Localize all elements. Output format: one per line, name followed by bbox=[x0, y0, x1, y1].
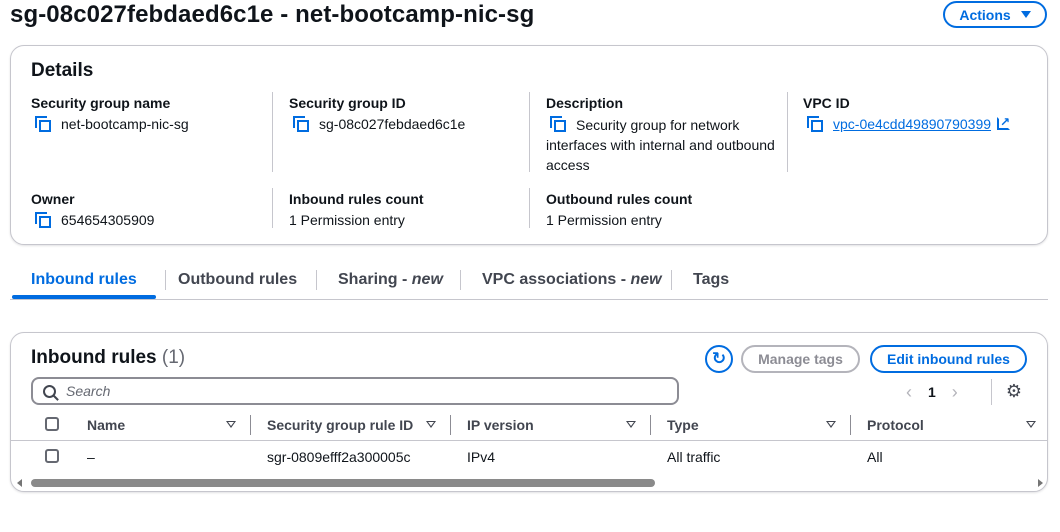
security-group-id-value: sg-08c027febdaed6c1e bbox=[319, 116, 466, 132]
field-outbound-rules-count: Outbound rules count 1 Permission entry bbox=[546, 190, 786, 230]
cell-type: All traffic bbox=[667, 449, 721, 465]
column-divider bbox=[272, 92, 273, 172]
field-owner: Owner 654654305909 bbox=[31, 190, 271, 230]
column-resizer[interactable] bbox=[250, 415, 251, 435]
horizontal-scrollbar[interactable] bbox=[17, 479, 1043, 487]
copy-icon[interactable] bbox=[807, 116, 823, 132]
tab-sharing[interactable]: Sharing - new bbox=[338, 270, 443, 290]
column-header-rule-id[interactable]: Security group rule ID bbox=[267, 416, 413, 434]
column-divider bbox=[529, 92, 530, 172]
rules-title-text: Inbound rules bbox=[31, 347, 157, 368]
column-header-name[interactable]: Name bbox=[87, 416, 125, 434]
refresh-button[interactable]: ↻ bbox=[705, 345, 733, 373]
scroll-right-icon[interactable] bbox=[1038, 479, 1043, 487]
search-field[interactable] bbox=[31, 377, 679, 405]
field-label: Owner bbox=[31, 191, 75, 207]
field-label: Outbound rules count bbox=[546, 191, 693, 207]
actions-label: Actions bbox=[959, 6, 1011, 23]
field-label: Description bbox=[546, 95, 624, 111]
table-header: Name Security group rule ID IP version T… bbox=[11, 409, 1047, 441]
tab-sharing-label: Sharing - bbox=[338, 271, 412, 288]
refresh-icon: ↻ bbox=[711, 349, 727, 368]
active-tab-indicator bbox=[12, 295, 156, 299]
tab-inbound-rules[interactable]: Inbound rules bbox=[31, 270, 137, 290]
field-label: Inbound rules count bbox=[289, 191, 424, 207]
tab-separator bbox=[671, 270, 672, 290]
tab-separator bbox=[460, 270, 461, 290]
scrollbar-thumb[interactable] bbox=[31, 479, 655, 487]
sort-icon[interactable] bbox=[1026, 421, 1036, 428]
cell-name: – bbox=[87, 449, 95, 465]
outbound-rules-count-value: 1 Permission entry bbox=[546, 212, 662, 228]
field-vpc-id: VPC ID vpc-0e4cdd49890790399 bbox=[803, 94, 1033, 134]
pager-separator bbox=[991, 379, 992, 405]
prev-page-icon[interactable]: ‹ bbox=[906, 382, 912, 403]
tab-sharing-new: new bbox=[411, 271, 443, 288]
details-panel: Details Security group name net-bootcamp… bbox=[10, 45, 1048, 245]
rules-title: Inbound rules (1) bbox=[31, 347, 185, 369]
tab-outbound-rules[interactable]: Outbound rules bbox=[178, 270, 297, 290]
inbound-rules-count-value: 1 Permission entry bbox=[289, 212, 405, 228]
inbound-rules-panel: Inbound rules (1) ↻ Manage tags Edit inb… bbox=[10, 332, 1048, 492]
tab-vpc-associations[interactable]: VPC associations - new bbox=[482, 270, 662, 290]
cell-protocol: All bbox=[867, 449, 883, 465]
manage-tags-button[interactable]: Manage tags bbox=[741, 345, 860, 373]
sort-icon[interactable] bbox=[826, 421, 836, 428]
row-checkbox[interactable] bbox=[45, 449, 59, 463]
sort-icon[interactable] bbox=[626, 421, 636, 428]
edit-inbound-rules-button[interactable]: Edit inbound rules bbox=[870, 345, 1027, 373]
copy-icon[interactable] bbox=[35, 212, 51, 228]
tab-tags[interactable]: Tags bbox=[693, 270, 729, 290]
copy-icon[interactable] bbox=[35, 116, 51, 132]
description-value: Security group for network interfaces wi… bbox=[546, 117, 775, 173]
details-title: Details bbox=[31, 60, 94, 81]
column-divider bbox=[272, 188, 273, 228]
scroll-left-icon[interactable] bbox=[17, 479, 22, 487]
gear-icon[interactable]: ⚙ bbox=[1005, 382, 1023, 400]
caret-down-icon bbox=[1020, 11, 1031, 18]
field-description: Description Security group for network i… bbox=[546, 94, 776, 175]
sort-icon[interactable] bbox=[426, 421, 436, 428]
actions-button[interactable]: Actions bbox=[943, 1, 1047, 28]
field-label: VPC ID bbox=[803, 95, 850, 111]
column-divider bbox=[529, 188, 530, 228]
column-resizer[interactable] bbox=[450, 415, 451, 435]
tab-bar: Inbound rules Outbound rules Sharing - n… bbox=[10, 262, 1048, 300]
sort-icon[interactable] bbox=[226, 421, 236, 428]
page-title: sg-08c027febdaed6c1e - net-bootcamp-nic-… bbox=[10, 1, 535, 28]
select-all-checkbox[interactable] bbox=[45, 417, 59, 431]
vpc-id-link[interactable]: vpc-0e4cdd49890790399 bbox=[833, 114, 991, 134]
rules-count: (1) bbox=[161, 347, 186, 368]
column-resizer[interactable] bbox=[650, 415, 651, 435]
column-divider bbox=[787, 92, 788, 172]
column-header-protocol[interactable]: Protocol bbox=[867, 416, 924, 434]
column-resizer[interactable] bbox=[850, 415, 851, 435]
search-icon bbox=[43, 384, 56, 398]
tab-vpc-associations-new: new bbox=[630, 271, 662, 288]
column-header-ip-version[interactable]: IP version bbox=[467, 416, 534, 434]
column-header-type[interactable]: Type bbox=[667, 416, 699, 434]
table-row[interactable]: – sgr-0809efff2a300005c IPv4 All traffic… bbox=[11, 441, 1047, 473]
copy-icon[interactable] bbox=[550, 116, 566, 132]
field-label: Security group name bbox=[31, 95, 171, 111]
field-security-group-name: Security group name net-bootcamp-nic-sg bbox=[31, 94, 271, 134]
copy-icon[interactable] bbox=[293, 116, 309, 132]
next-page-icon[interactable]: › bbox=[952, 382, 958, 403]
tab-vpc-associations-label: VPC associations - bbox=[482, 271, 631, 288]
owner-value: 654654305909 bbox=[61, 212, 155, 228]
pagination: ‹ 1 › bbox=[906, 381, 958, 403]
search-input[interactable] bbox=[66, 383, 626, 399]
field-inbound-rules-count: Inbound rules count 1 Permission entry bbox=[289, 190, 529, 230]
cell-ip-version: IPv4 bbox=[467, 449, 496, 465]
security-group-name-value: net-bootcamp-nic-sg bbox=[61, 116, 189, 132]
external-link-icon[interactable] bbox=[997, 112, 1010, 132]
current-page[interactable]: 1 bbox=[928, 384, 936, 400]
field-label: Security group ID bbox=[289, 95, 406, 111]
cell-rule-id: sgr-0809efff2a300005c bbox=[267, 449, 411, 465]
tab-separator bbox=[316, 270, 317, 290]
tab-separator bbox=[165, 270, 166, 290]
field-security-group-id: Security group ID sg-08c027febdaed6c1e bbox=[289, 94, 529, 134]
